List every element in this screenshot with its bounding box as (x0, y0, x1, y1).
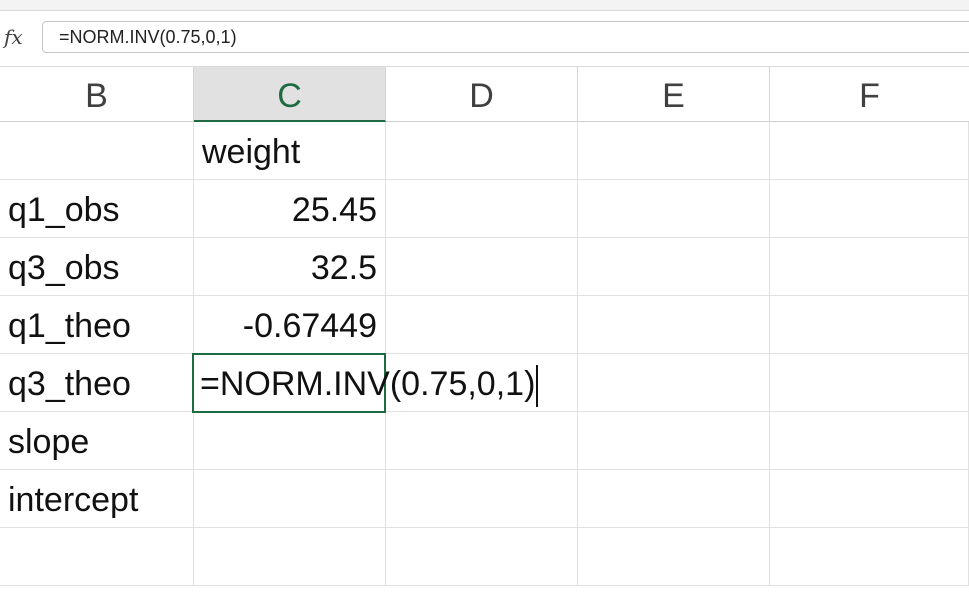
cell-d8[interactable] (386, 528, 578, 586)
cell-d4[interactable] (386, 296, 578, 354)
cell-f7[interactable] (770, 470, 969, 528)
text-cursor (536, 365, 539, 408)
cell-d1[interactable] (386, 122, 578, 180)
cell-d6[interactable] (386, 412, 578, 470)
cell-b8[interactable] (0, 528, 194, 586)
cell-e3[interactable] (578, 238, 770, 296)
cell-b4[interactable]: q1_theo (0, 296, 194, 354)
cell-b5[interactable]: q3_theo (0, 354, 194, 412)
cell-f2[interactable] (770, 180, 969, 238)
cell-d2[interactable] (386, 180, 578, 238)
cell-c2[interactable]: 25.45 (194, 180, 386, 238)
column-header-d[interactable]: D (386, 67, 578, 122)
cell-c7[interactable] (194, 470, 386, 528)
cell-e5[interactable] (578, 354, 770, 412)
cell-f3[interactable] (770, 238, 969, 296)
cell-c6[interactable] (194, 412, 386, 470)
cell-b6[interactable]: slope (0, 412, 194, 470)
cell-b1[interactable] (0, 122, 194, 180)
column-header-e[interactable]: E (578, 67, 770, 122)
cell-e7[interactable] (578, 470, 770, 528)
cell-f1[interactable] (770, 122, 969, 180)
cell-f8[interactable] (770, 528, 969, 586)
cell-c3[interactable]: 32.5 (194, 238, 386, 296)
cell-b2[interactable]: q1_obs (0, 180, 194, 238)
column-header-c[interactable]: C (194, 67, 386, 122)
cell-e2[interactable] (578, 180, 770, 238)
active-cell-c5[interactable]: =NORM.INV(0.75,0,1) (192, 353, 539, 413)
cell-e4[interactable] (578, 296, 770, 354)
cell-e8[interactable] (578, 528, 770, 586)
cell-grid: weight q1_obs 25.45 q3_obs 32.5 q1_theo … (0, 122, 969, 595)
ribbon-edge (0, 0, 969, 11)
formula-input[interactable]: =NORM.INV(0.75,0,1) (42, 21, 969, 53)
cell-d7[interactable] (386, 470, 578, 528)
cell-c8[interactable] (194, 528, 386, 586)
column-header-b[interactable]: B (0, 67, 194, 122)
cell-f4[interactable] (770, 296, 969, 354)
cell-e6[interactable] (578, 412, 770, 470)
cell-d3[interactable] (386, 238, 578, 296)
cell-e1[interactable] (578, 122, 770, 180)
column-header-row: B C D E F (0, 66, 969, 122)
spreadsheet-app: fx =NORM.INV(0.75,0,1) B C D E F weight … (0, 0, 969, 595)
column-header-f[interactable]: F (770, 67, 969, 122)
cell-c5-formula: =NORM.INV(0.75,0,1) (200, 365, 536, 403)
cell-f5[interactable] (770, 354, 969, 412)
function-icon[interactable]: fx (4, 25, 23, 49)
cell-edit-text: =NORM.INV(0.75,0,1) (200, 355, 539, 413)
cell-b3[interactable]: q3_obs (0, 238, 194, 296)
cell-f6[interactable] (770, 412, 969, 470)
formula-bar: fx =NORM.INV(0.75,0,1) (0, 11, 969, 66)
cell-c4[interactable]: -0.67449 (194, 296, 386, 354)
cell-b7[interactable]: intercept (0, 470, 194, 528)
cell-c1[interactable]: weight (194, 122, 386, 180)
